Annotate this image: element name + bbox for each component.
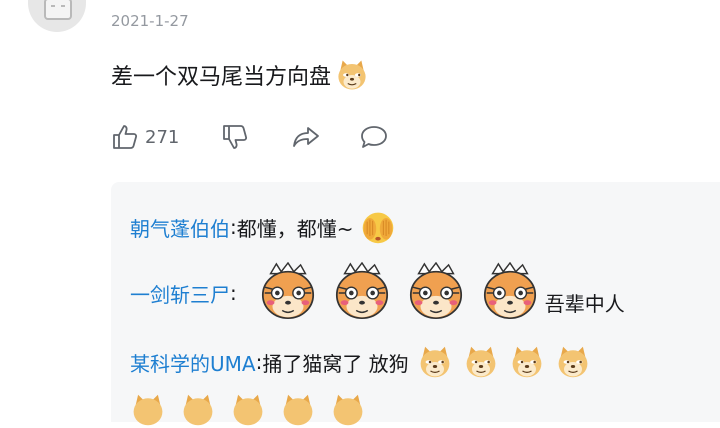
share-button[interactable] xyxy=(291,123,321,151)
reply-separator: : xyxy=(230,281,237,305)
tiger-emoji-icon xyxy=(483,262,536,320)
tv-placeholder-icon xyxy=(44,0,72,20)
doge-emoji-icon xyxy=(512,346,542,378)
doge-emoji-icon xyxy=(466,346,496,378)
reply-item: 某科学的UMA : 捅了猫窝了 放狗 xyxy=(130,344,601,380)
reply-username[interactable]: 某科学的UMA xyxy=(130,348,256,377)
comment-text: 差一个双马尾当方向盘 xyxy=(111,65,332,90)
reply-separator: : xyxy=(230,215,237,239)
doge-emoji-icon xyxy=(133,394,163,426)
comment-bubble-icon xyxy=(361,126,387,148)
doge-emoji-icon xyxy=(420,346,450,378)
share-arrow-icon xyxy=(293,127,319,147)
doge-emoji-icon xyxy=(333,394,363,426)
tiger-emoji-icon xyxy=(335,262,388,320)
reply-username[interactable]: 一剑斩三尸 xyxy=(130,279,230,308)
thumbs-down-icon xyxy=(223,125,248,149)
reply-button[interactable] xyxy=(359,123,389,151)
doge-emoji-icon xyxy=(283,394,313,426)
reply-separator: : xyxy=(255,350,263,374)
doge-emoji-icon xyxy=(558,346,588,378)
reply-item: 朝气蓬伯伯 : 都懂，都懂~ xyxy=(130,208,396,246)
tiger-emoji-icon xyxy=(409,262,462,320)
doge-emoji-icon xyxy=(183,394,213,426)
thumbs-up-icon xyxy=(113,125,138,149)
cover-face-emoji-icon xyxy=(362,212,393,244)
reply-text: 都懂，都懂~ xyxy=(236,216,354,241)
like-count: 271 xyxy=(145,126,180,148)
reply-item: 一剑斩三尸 : 吾辈中人 xyxy=(130,262,625,324)
avatar[interactable] xyxy=(28,0,86,32)
doge-emoji-icon xyxy=(338,60,366,90)
comment-body: 差一个双马尾当方向盘 xyxy=(111,58,369,92)
reply-emoji-overflow-row xyxy=(130,392,380,428)
tiger-emoji-icon xyxy=(261,262,314,320)
reply-text: 吾辈中人 xyxy=(544,291,625,316)
reply-username[interactable]: 朝气蓬伯伯 xyxy=(130,213,230,242)
doge-emoji-icon xyxy=(233,394,263,426)
dislike-button[interactable] xyxy=(221,123,249,151)
like-button[interactable]: 271 xyxy=(111,123,179,151)
comment-date: 2021-1-27 xyxy=(111,12,189,30)
reply-text: 捅了猫窝了 放狗 xyxy=(262,351,409,376)
